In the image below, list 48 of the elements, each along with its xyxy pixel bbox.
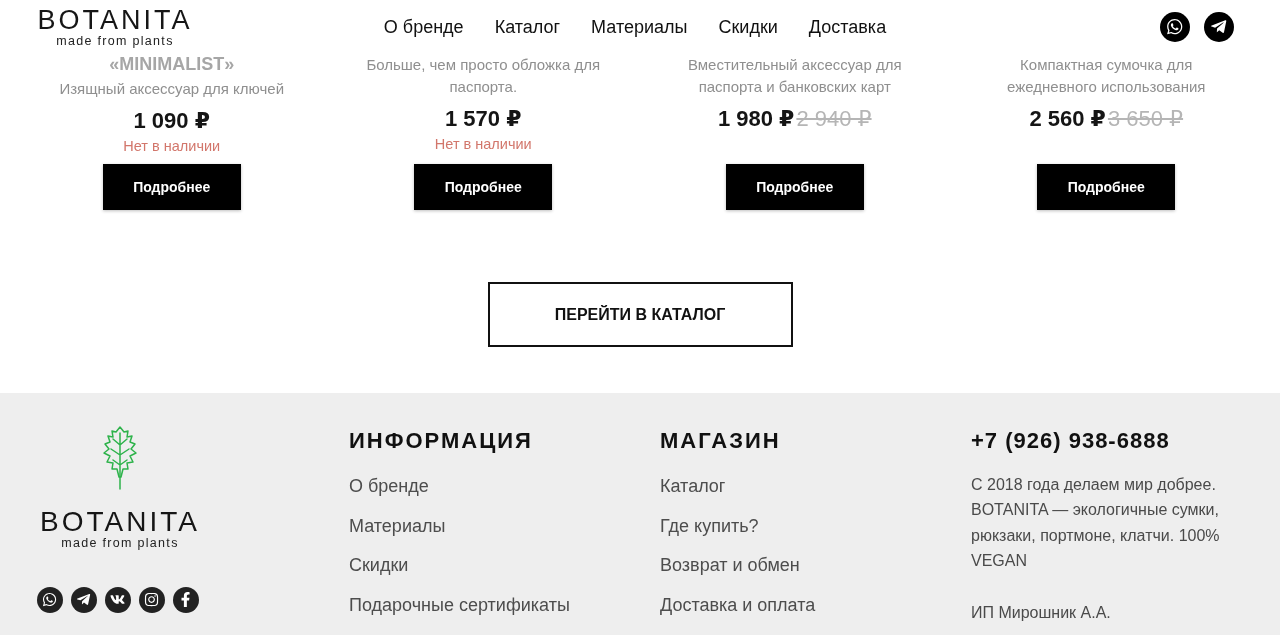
details-button[interactable]: Подробнее bbox=[1037, 164, 1176, 210]
instagram-icon[interactable] bbox=[139, 587, 165, 613]
nav-link[interactable]: О бренде bbox=[383, 16, 464, 38]
old-price: 3 650 ₽ bbox=[1107, 106, 1184, 132]
logo-tagline: made from plants bbox=[61, 537, 179, 550]
footer-link[interactable]: Доставка и оплата bbox=[660, 592, 816, 617]
logo-tagline: made from plants bbox=[56, 34, 174, 48]
footer-heading: ИНФОРМАЦИЯ bbox=[349, 428, 533, 454]
details-button[interactable]: Подробнее bbox=[725, 164, 864, 210]
whatsapp-icon[interactable] bbox=[37, 587, 63, 613]
old-price: 2 940 ₽ bbox=[796, 106, 872, 132]
product-description: Изящный аксессуар для ключей bbox=[59, 79, 285, 99]
footer-link[interactable]: Где купить? bbox=[660, 513, 816, 538]
vk-icon[interactable] bbox=[105, 587, 131, 613]
logo-text: BOTANITA bbox=[37, 6, 193, 33]
phone-link[interactable]: +7 (926) 938-6888 bbox=[971, 428, 1170, 454]
about-text: С 2018 года делаем мир добрее. BOTANITA — экологичные сумки, рюкзаки, портмоне, клатчи. 100% VEGAN bbox=[971, 475, 1221, 571]
product-price: 2 560 ₽ bbox=[1029, 106, 1106, 132]
telegram-icon[interactable] bbox=[1204, 12, 1234, 42]
stock-status: Нет в наличии bbox=[434, 135, 532, 154]
details-button[interactable]: Подробнее bbox=[102, 164, 241, 210]
footer-heading: МАГАЗИН bbox=[660, 428, 781, 454]
facebook-icon[interactable] bbox=[173, 587, 199, 613]
whatsapp-icon[interactable] bbox=[1160, 12, 1190, 42]
stock-status: Нет в наличии bbox=[123, 137, 221, 156]
product-price: 1 090 ₽ bbox=[133, 108, 210, 134]
footer-link[interactable]: О бренде bbox=[349, 474, 570, 498]
footer-link[interactable]: Скидки bbox=[349, 553, 570, 577]
telegram-icon[interactable] bbox=[71, 587, 97, 613]
nav-link[interactable]: Каталог bbox=[494, 16, 561, 38]
leaf-icon bbox=[100, 425, 140, 491]
product-price: 1 980 ₽ bbox=[717, 106, 795, 132]
footer-link[interactable]: Материалы bbox=[349, 513, 570, 538]
product-price: 1 570 ₽ bbox=[445, 106, 522, 132]
nav-link[interactable]: Материалы bbox=[591, 16, 688, 38]
product-description: Компактная сумочка для ежедневного использования bbox=[1006, 55, 1207, 97]
product-description: Больше, чем просто обложка для паспорта. bbox=[365, 55, 602, 97]
footer-link[interactable]: Подарочные сертификаты bbox=[349, 592, 570, 617]
details-button[interactable]: Подробнее bbox=[414, 164, 553, 210]
product-description: Вместительный аксессуар для паспорта и банковских карт bbox=[686, 55, 903, 97]
nav-link[interactable]: Доставка bbox=[808, 16, 887, 38]
catalog-button[interactable]: ПЕРЕЙТИ В КАТАЛОГ bbox=[487, 282, 793, 347]
footer-link[interactable]: Возврат и обмен bbox=[660, 553, 816, 577]
logo-text: BOTANITA bbox=[40, 509, 200, 535]
company-name: ИП Мирошник А.А. bbox=[971, 603, 1111, 624]
footer-link[interactable]: Каталог bbox=[660, 474, 816, 498]
product-title: «MINIMALIST» bbox=[109, 54, 235, 74]
nav-link[interactable]: Скидки bbox=[718, 16, 778, 38]
